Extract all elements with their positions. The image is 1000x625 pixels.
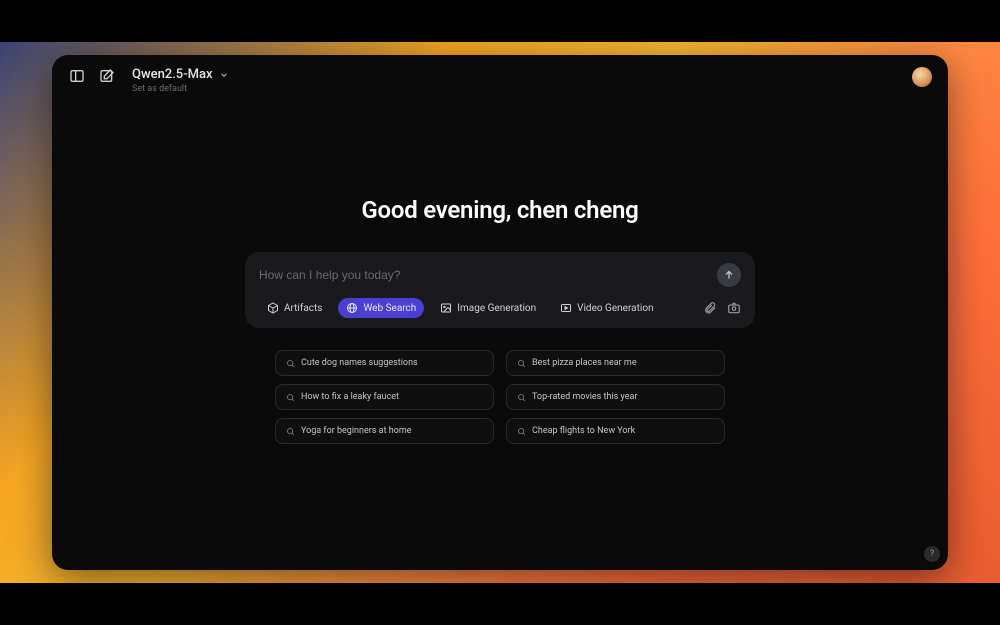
sidebar-toggle-icon[interactable]: [68, 67, 86, 85]
prompt-row: [259, 262, 741, 288]
suggestion-text: Top-rated movies this year: [532, 392, 637, 402]
greeting-text: Good evening, chen cheng: [361, 196, 638, 224]
help-button[interactable]: ?: [924, 546, 940, 562]
send-button[interactable]: [717, 263, 741, 287]
letterbox-bottom: [0, 583, 1000, 625]
search-icon: [517, 393, 526, 402]
prompt-card: Artifacts Web Search Image Generation Vi…: [245, 252, 755, 328]
suggestion-text: Cheap flights to New York: [532, 426, 635, 436]
cube-icon: [267, 302, 279, 314]
model-name: Qwen2.5-Max: [132, 67, 213, 82]
mode-label: Image Generation: [457, 303, 536, 314]
suggestion-text: Best pizza places near me: [532, 358, 637, 368]
modes-row: Artifacts Web Search Image Generation Vi…: [259, 298, 741, 318]
suggestion-chip[interactable]: Cheap flights to New York: [506, 418, 725, 444]
video-icon: [560, 302, 572, 314]
header-left: Qwen2.5-Max Set as default: [68, 67, 229, 94]
mode-video-generation[interactable]: Video Generation: [552, 298, 661, 318]
suggestion-chip[interactable]: Top-rated movies this year: [506, 384, 725, 410]
search-icon: [286, 359, 295, 368]
image-icon: [440, 302, 452, 314]
suggestion-text: Yoga for beginners at home: [301, 426, 412, 436]
header-right: [912, 67, 932, 87]
search-icon: [286, 393, 295, 402]
search-icon: [517, 427, 526, 436]
arrow-up-icon: [723, 269, 735, 281]
search-icon: [517, 359, 526, 368]
header-bar: Qwen2.5-Max Set as default: [52, 55, 948, 106]
suggestion-chip[interactable]: Cute dog names suggestions: [275, 350, 494, 376]
letterbox-top: [0, 0, 1000, 42]
mode-web-search[interactable]: Web Search: [338, 298, 424, 318]
globe-icon: [346, 302, 358, 314]
set-default-link[interactable]: Set as default: [132, 84, 229, 94]
chevron-down-icon: [219, 70, 229, 80]
suggestion-text: Cute dog names suggestions: [301, 358, 418, 368]
suggestion-chip[interactable]: Yoga for beginners at home: [275, 418, 494, 444]
prompt-input[interactable]: [259, 262, 709, 288]
mode-image-generation[interactable]: Image Generation: [432, 298, 544, 318]
input-tools: [703, 301, 741, 315]
chat-app-window: Qwen2.5-Max Set as default Good evening,…: [52, 55, 948, 570]
main-content: Good evening, chen cheng Artifacts Web S…: [52, 106, 948, 570]
camera-icon[interactable]: [727, 301, 741, 315]
suggestion-chip[interactable]: Best pizza places near me: [506, 350, 725, 376]
model-selector[interactable]: Qwen2.5-Max Set as default: [132, 67, 229, 94]
suggestion-chip[interactable]: How to fix a leaky faucet: [275, 384, 494, 410]
suggestion-text: How to fix a leaky faucet: [301, 392, 399, 402]
avatar[interactable]: [912, 67, 932, 87]
mode-label: Web Search: [363, 303, 416, 314]
new-chat-icon[interactable]: [98, 67, 116, 85]
mode-label: Video Generation: [577, 303, 653, 314]
mode-artifacts[interactable]: Artifacts: [259, 298, 330, 318]
mode-label: Artifacts: [284, 303, 322, 314]
search-icon: [286, 427, 295, 436]
attach-icon[interactable]: [703, 301, 717, 315]
suggestions-grid: Cute dog names suggestions Best pizza pl…: [275, 350, 725, 444]
